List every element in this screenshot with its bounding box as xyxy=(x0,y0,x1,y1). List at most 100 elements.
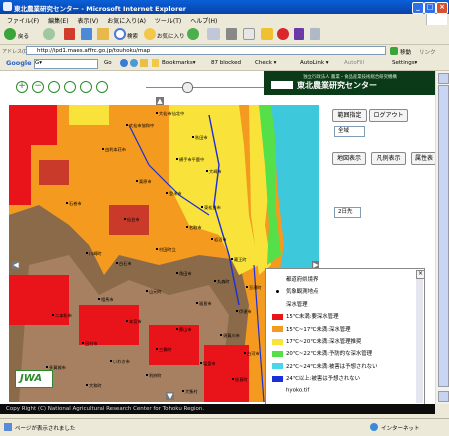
close-button[interactable]: × xyxy=(436,2,448,14)
google-search-input[interactable]: G▾ xyxy=(34,59,98,69)
legend-row: 気象観測地点 xyxy=(272,287,318,295)
cold-zone xyxy=(9,105,57,145)
range-select-button[interactable]: 範囲指定 xyxy=(332,109,367,122)
menu-help[interactable]: ヘルプ(H) xyxy=(190,16,217,25)
attribute-table-button[interactable]: 属性表 xyxy=(411,152,435,165)
edit-icon[interactable] xyxy=(243,28,255,40)
spell-check-button[interactable]: Check ▾ xyxy=(255,60,276,66)
print-icon[interactable] xyxy=(226,28,237,40)
menu-tools[interactable]: ツール(T) xyxy=(155,16,181,25)
pan-icon[interactable] xyxy=(48,81,60,93)
pan-south-arrow[interactable]: ▼ xyxy=(166,392,174,400)
weather-station-marker xyxy=(146,374,148,376)
popup-blocked-counter[interactable]: 87 blocked xyxy=(211,60,241,66)
history-icon[interactable] xyxy=(187,28,199,40)
favorites-label[interactable]: お気に入り xyxy=(157,32,185,40)
map-place-label: 亘理町 xyxy=(249,285,262,290)
map-display-button[interactable]: 地図表示 xyxy=(332,152,366,165)
autolink-button[interactable]: AutoLink ▾ xyxy=(300,60,329,66)
legend-display-button[interactable]: 凡例表示 xyxy=(371,152,406,165)
weather-station-marker xyxy=(66,202,68,204)
legend-row: 22℃~24℃未満:被害は予想されない xyxy=(272,362,377,370)
legend-row: 15℃~17℃未満:深水管理 xyxy=(272,325,351,333)
weather-station-marker xyxy=(46,366,48,368)
stop-icon[interactable] xyxy=(64,28,75,40)
legend-panel: × 都道府県境界 気象観測地点 深水管理 15℃未満:要深水管理 15℃~17℃未満:深… xyxy=(265,268,425,404)
weather-station-marker xyxy=(126,320,128,322)
go-arrow-icon[interactable] xyxy=(390,47,398,55)
page-scrollbar[interactable] xyxy=(435,71,449,404)
google-toolbar: Google G▾ Go Bookmarks▾ 87 blocked Check… xyxy=(0,58,449,71)
map-place-label: 村田町立 xyxy=(159,246,176,253)
go-button[interactable]: 移動 xyxy=(400,48,411,56)
forecast-day-select[interactable]: 2日先 xyxy=(334,207,361,218)
identify-icon[interactable] xyxy=(96,81,108,93)
zoom-slider-handle[interactable] xyxy=(182,82,193,93)
map-place-label: 大仙市協和中 xyxy=(129,122,154,129)
logout-button[interactable]: ログアウト xyxy=(369,109,408,122)
search-label[interactable]: 検索 xyxy=(127,32,138,40)
globe-icon[interactable] xyxy=(120,59,128,67)
legend-scrollbar[interactable] xyxy=(416,279,423,403)
news-icon[interactable] xyxy=(140,59,148,67)
weather-station-marker xyxy=(232,378,234,380)
map-place-label: 登米市 xyxy=(169,190,182,197)
zoom-slider-track[interactable] xyxy=(146,87,264,88)
internet-zone-icon xyxy=(370,423,378,431)
weather-station-marker xyxy=(156,112,158,114)
menu-edit[interactable]: 編集(E) xyxy=(48,16,68,25)
legend-row: 17℃~20℃未満:深水管理推奨 xyxy=(272,337,361,345)
addon-icon[interactable] xyxy=(294,28,304,40)
map-place-label: 松島町 xyxy=(235,376,248,383)
full-extent-icon[interactable] xyxy=(80,81,92,93)
jwa-logo: JWA xyxy=(15,370,53,388)
map-place-label: 岩沼市 xyxy=(214,236,227,243)
autofill-button[interactable]: AutoFill xyxy=(344,60,364,66)
menu-file[interactable]: ファイル(F) xyxy=(7,16,39,25)
pagerank-icon[interactable] xyxy=(130,59,138,67)
zoom-out-icon[interactable]: − xyxy=(32,81,44,93)
refresh-icon[interactable] xyxy=(81,28,92,40)
maximize-button[interactable]: □ xyxy=(424,2,436,14)
legend-swatch xyxy=(272,326,283,333)
cold-zone xyxy=(204,345,249,402)
address-bar: アドレス(D) http://ipd1.maes.affrc.go.jp/tou… xyxy=(0,45,449,57)
weather-station-marker xyxy=(110,360,112,362)
search-icon[interactable] xyxy=(114,28,126,40)
google-go-button[interactable]: Go xyxy=(104,60,112,66)
menu-favorites[interactable]: お気に入り(A) xyxy=(107,16,146,25)
select-arrow-icon[interactable] xyxy=(64,81,76,93)
star-icon[interactable] xyxy=(152,59,159,67)
menu-view[interactable]: 表示(V) xyxy=(77,16,98,25)
minimize-button[interactable]: _ xyxy=(412,2,424,14)
scroll-down-icon[interactable] xyxy=(438,391,449,402)
settings-button[interactable]: Settings▾ xyxy=(392,60,417,66)
messenger-icon[interactable] xyxy=(261,28,273,40)
scroll-up-icon[interactable] xyxy=(438,73,449,84)
weather-station-marker xyxy=(82,342,84,344)
map-place-label: 本宮市 xyxy=(129,318,142,325)
scroll-thumb[interactable] xyxy=(438,85,449,387)
back-label[interactable]: 戻る xyxy=(18,32,29,40)
u-icon[interactable] xyxy=(277,28,289,40)
legend-label: 22℃~24℃未満:被害は予想されない xyxy=(286,363,378,370)
legend-close-icon[interactable]: × xyxy=(416,270,425,279)
back-icon[interactable] xyxy=(4,28,16,40)
address-input[interactable]: http://ipd1.maes.affrc.go.jp/touhoku/map xyxy=(26,46,386,55)
zoom-in-icon[interactable]: + xyxy=(16,81,28,93)
links-button[interactable]: リンク xyxy=(419,48,436,56)
standard-toolbar: 戻る 検索 お気に入り xyxy=(0,25,449,45)
legend-swatch xyxy=(272,301,283,308)
weather-station-marker xyxy=(236,310,238,312)
banner-title: 東北農業研究センター xyxy=(297,81,377,90)
bookmarks-button[interactable]: Bookmarks▾ xyxy=(162,60,196,66)
research-icon[interactable] xyxy=(310,28,320,40)
favorites-icon[interactable] xyxy=(144,28,156,40)
window-title: 東北農業研究センター - Microsoft Internet Explorer xyxy=(14,5,186,13)
forward-icon[interactable] xyxy=(43,28,55,40)
pan-north-arrow[interactable]: ▲ xyxy=(156,97,164,105)
mail-icon[interactable] xyxy=(207,28,220,40)
pan-west-arrow[interactable]: ◀ xyxy=(12,261,20,269)
area-select[interactable]: 全域 xyxy=(334,126,365,137)
home-icon[interactable] xyxy=(97,28,109,40)
